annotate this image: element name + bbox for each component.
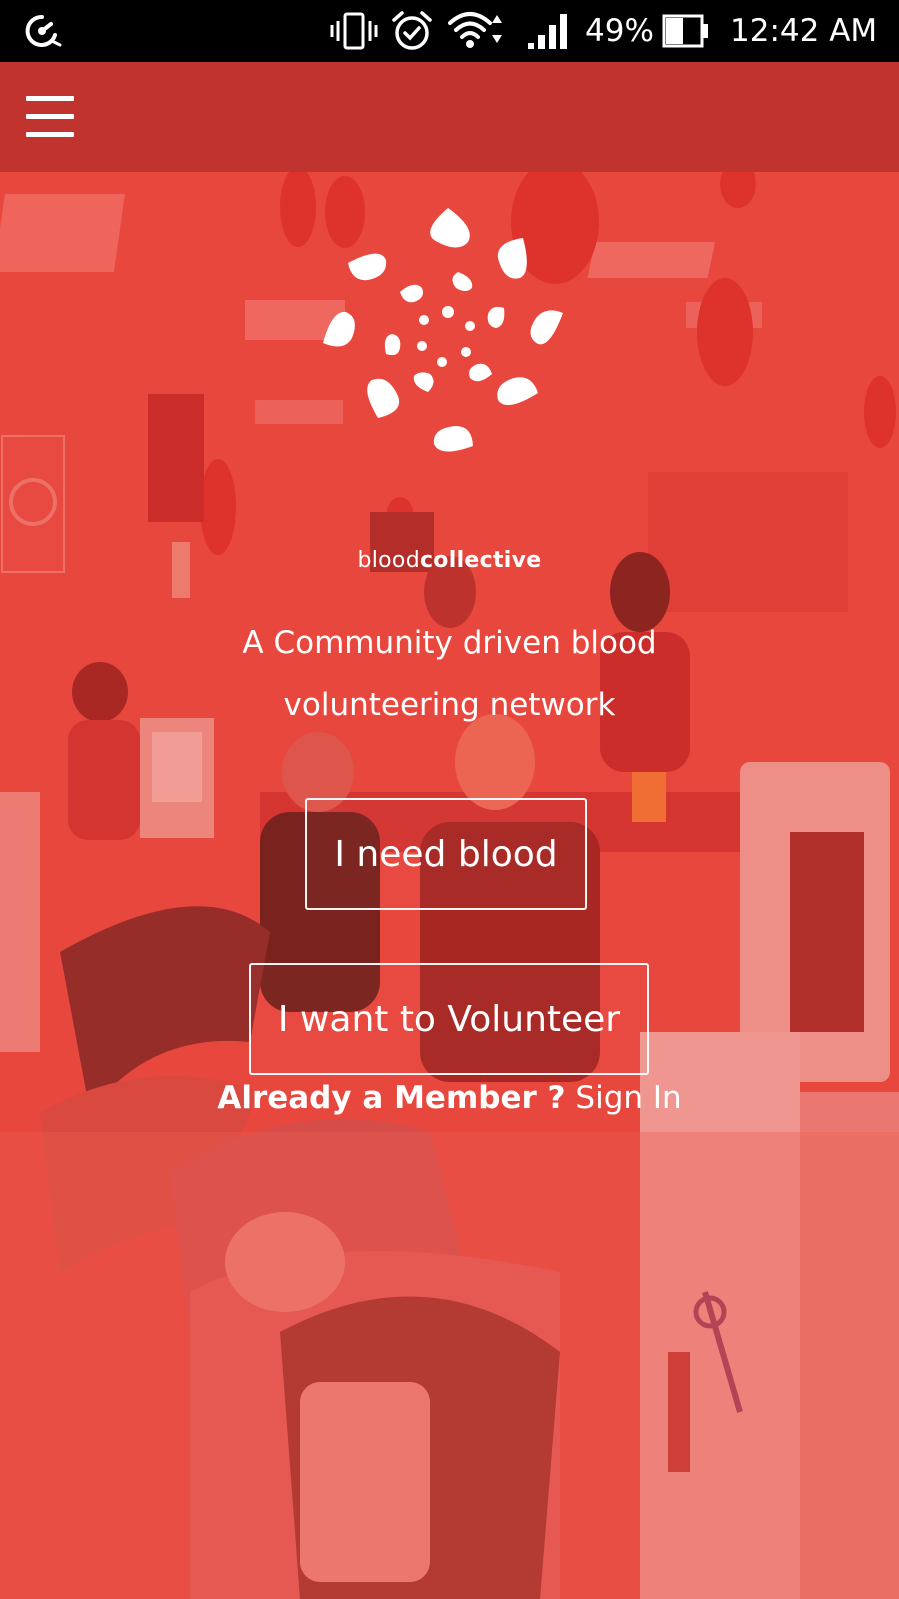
signal-icon bbox=[526, 0, 572, 62]
hamburger-menu-icon[interactable] bbox=[18, 88, 82, 146]
brand-name-light: blood bbox=[357, 548, 420, 573]
clock: 12:42 AM bbox=[730, 13, 878, 49]
brand-name-bold: collective bbox=[419, 548, 542, 573]
alarm-icon bbox=[390, 0, 434, 62]
bloodcollective-logo bbox=[323, 208, 563, 452]
menu-bar bbox=[26, 96, 74, 101]
need-blood-button[interactable]: I need blood bbox=[305, 798, 587, 910]
status-bar: 49% 12:42 AM bbox=[0, 0, 899, 62]
app-bar bbox=[0, 62, 899, 172]
battery-icon bbox=[662, 0, 710, 62]
hero: bloodcollective A Community driven blood… bbox=[0, 172, 899, 1599]
tagline: A Community driven blood volunteering ne… bbox=[242, 625, 657, 723]
volunteer-button[interactable]: I want to Volunteer bbox=[249, 963, 649, 1075]
sync-icon bbox=[22, 0, 62, 62]
menu-bar bbox=[26, 114, 74, 119]
menu-bar bbox=[26, 132, 74, 137]
vibrate-icon bbox=[330, 0, 378, 62]
brand-name: bloodcollective bbox=[0, 548, 899, 573]
sign-in-link[interactable]: Sign In bbox=[575, 1080, 681, 1116]
wifi-icon bbox=[446, 0, 508, 62]
battery-percent: 49% bbox=[585, 13, 654, 49]
member-question: Already a Member ? bbox=[217, 1080, 566, 1116]
member-line: Already a Member ? Sign In bbox=[0, 1080, 899, 1116]
